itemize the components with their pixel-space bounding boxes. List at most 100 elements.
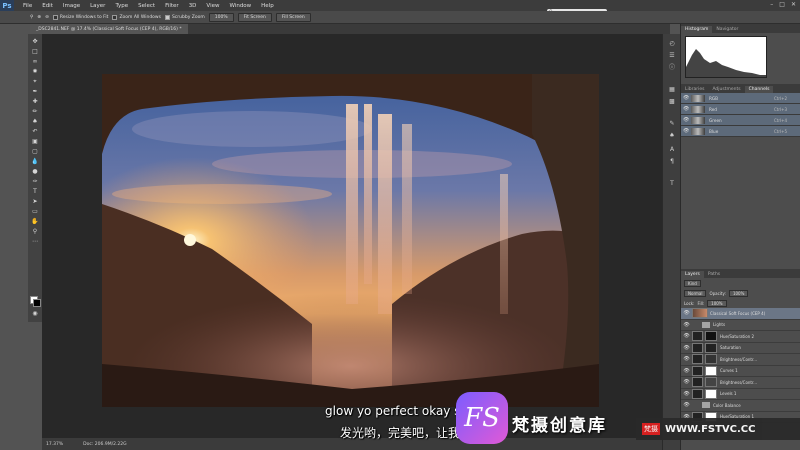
eye-icon[interactable]: 👁: [683, 345, 690, 351]
clone-stamp-icon[interactable]: ♠: [31, 118, 39, 126]
hand-tool-icon[interactable]: ✋: [31, 218, 39, 226]
zoom-level[interactable]: 17.37%: [46, 442, 63, 447]
history-icon[interactable]: ◴: [668, 40, 676, 48]
styles-icon[interactable]: ▩: [668, 98, 676, 106]
channel-thumbnail: [691, 116, 705, 124]
menu-3d[interactable]: 3D: [184, 3, 202, 9]
document-tab[interactable]: _DSC2841.NEF @ 17.4% (Classical Soft Foc…: [30, 24, 188, 34]
menu-filter[interactable]: Filter: [160, 3, 184, 9]
eye-icon[interactable]: 👁: [683, 379, 690, 385]
layer-name: Lights: [713, 322, 726, 328]
channel-row-blue[interactable]: 👁 Blue Ctrl+5: [681, 126, 800, 137]
scrubby-zoom-checkbox[interactable]: Scrubby Zoom: [164, 14, 205, 20]
menu-file[interactable]: File: [18, 3, 37, 9]
move-tool-icon[interactable]: ✥: [31, 38, 39, 46]
layer-row[interactable]: 👁 Saturation: [681, 342, 800, 354]
zoom-tool-icon[interactable]: ⚲: [30, 15, 33, 20]
tab-paths[interactable]: Paths: [704, 271, 724, 278]
lasso-tool-icon[interactable]: ∞: [31, 58, 39, 66]
layer-row[interactable]: 👁 Levels 1: [681, 388, 800, 400]
layer-row[interactable]: 👁 Classical Soft Focus (CEP 4): [681, 308, 800, 320]
quick-select-icon[interactable]: ✸: [31, 68, 39, 76]
menu-type[interactable]: Type: [110, 3, 133, 9]
eye-icon[interactable]: 👁: [683, 106, 689, 112]
healing-brush-icon[interactable]: ✚: [31, 98, 39, 106]
paragraph-icon[interactable]: ¶: [668, 158, 676, 166]
eye-icon[interactable]: 👁: [683, 310, 690, 316]
brush-tool-icon[interactable]: ✏: [31, 108, 39, 116]
zoom-out-icon[interactable]: ⊖: [45, 15, 49, 20]
eye-icon[interactable]: 👁: [683, 117, 689, 123]
marquee-tool-icon[interactable]: □: [31, 48, 39, 56]
eye-icon[interactable]: 👁: [683, 391, 690, 397]
layer-row[interactable]: 👁 Curves 1: [681, 365, 800, 377]
eye-icon[interactable]: 👁: [683, 128, 689, 134]
background-color-swatch[interactable]: [33, 299, 41, 307]
opacity-input[interactable]: 100%: [728, 289, 749, 297]
crop-tool-icon[interactable]: ⌖: [31, 78, 39, 86]
path-select-icon[interactable]: ➤: [31, 198, 39, 206]
layer-group-row[interactable]: 👁 Lights: [681, 320, 800, 331]
minimize-icon[interactable]: –: [770, 1, 773, 8]
resize-windows-checkbox[interactable]: Resize Windows to Fit: [52, 14, 108, 20]
eye-icon[interactable]: 👁: [683, 368, 690, 374]
blend-mode-select[interactable]: Normal: [684, 289, 707, 297]
eye-icon[interactable]: 👁: [683, 322, 690, 328]
kind-filter-select[interactable]: Kind: [684, 279, 701, 287]
fill-input[interactable]: 100%: [707, 299, 727, 307]
menu-select[interactable]: Select: [133, 3, 160, 9]
gradient-tool-icon[interactable]: ▢: [31, 148, 39, 156]
eraser-tool-icon[interactable]: ▣: [31, 138, 39, 146]
type-tool-icon[interactable]: T: [31, 188, 39, 196]
eye-icon[interactable]: 👁: [683, 333, 690, 339]
menu-view[interactable]: View: [201, 3, 224, 9]
zoom-in-icon[interactable]: ⊕: [37, 15, 41, 20]
eye-icon[interactable]: 👁: [683, 356, 690, 362]
brush-presets-icon[interactable]: ✎: [668, 120, 676, 128]
layer-row[interactable]: 👁 Hue/Saturation 2: [681, 331, 800, 343]
eye-icon[interactable]: 👁: [683, 95, 689, 101]
menu-help[interactable]: Help: [256, 3, 279, 9]
checkbox-label: Zoom All Windows: [119, 14, 161, 20]
zoom-tool-icon[interactable]: ⚲: [31, 228, 39, 236]
channel-row-green[interactable]: 👁 Green Ctrl+4: [681, 115, 800, 126]
type-settings-icon[interactable]: T: [668, 180, 676, 188]
shape-tool-icon[interactable]: ▭: [31, 208, 39, 216]
document-image[interactable]: [102, 74, 599, 407]
channel-name: Red: [709, 106, 717, 112]
opacity-label: Opacity:: [709, 290, 726, 296]
layer-row[interactable]: 👁 Brightness/Contr...: [681, 377, 800, 389]
history-brush-icon[interactable]: ↶: [31, 128, 39, 136]
swatches-icon[interactable]: ▦: [668, 86, 676, 94]
properties-icon[interactable]: ☰: [668, 52, 676, 60]
zoom-100-button[interactable]: 100%: [208, 12, 234, 22]
tab-layers[interactable]: Layers: [681, 271, 704, 278]
layer-row[interactable]: 👁 Brightness/Contr...: [681, 354, 800, 366]
close-icon[interactable]: ✕: [791, 1, 796, 8]
clone-source-icon[interactable]: ♠: [668, 132, 676, 140]
pen-tool-icon[interactable]: ✑: [31, 178, 39, 186]
restore-icon[interactable]: □: [779, 1, 785, 8]
tab-navigator[interactable]: Navigator: [712, 26, 742, 33]
photoshop-logo: Ps: [0, 0, 14, 11]
menu-image[interactable]: Image: [58, 3, 85, 9]
tab-libraries[interactable]: Libraries: [681, 86, 708, 93]
dodge-tool-icon[interactable]: ●: [31, 168, 39, 176]
tab-channels[interactable]: Channels: [744, 86, 774, 93]
channel-row-red[interactable]: 👁 Red Ctrl+3: [681, 104, 800, 115]
channel-row-rgb[interactable]: 👁 RGB Ctrl+2: [681, 93, 800, 104]
menu-window[interactable]: Window: [224, 3, 256, 9]
character-icon[interactable]: A: [668, 146, 676, 154]
eyedropper-tool-icon[interactable]: ✒: [31, 88, 39, 96]
fill-screen-button[interactable]: Fill Screen: [275, 12, 311, 22]
more-tools-icon[interactable]: ⋯: [31, 238, 39, 246]
tab-histogram[interactable]: Histogram: [681, 26, 713, 33]
fit-screen-button[interactable]: Fit Screen: [237, 12, 272, 22]
menu-edit[interactable]: Edit: [37, 3, 58, 9]
quick-mask-icon[interactable]: ◉: [31, 310, 39, 318]
menu-layer[interactable]: Layer: [85, 3, 110, 9]
info-icon[interactable]: ⓘ: [668, 64, 676, 72]
blur-tool-icon[interactable]: 💧: [31, 158, 39, 166]
zoom-all-checkbox[interactable]: Zoom All Windows: [112, 14, 161, 20]
tab-adjustments[interactable]: Adjustments: [708, 86, 744, 93]
